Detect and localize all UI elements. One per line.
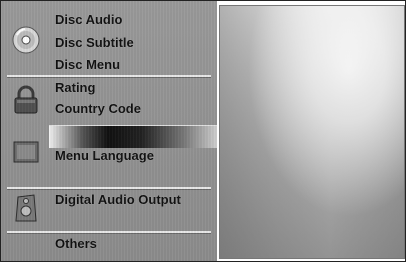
display-settings-group: Menu Language [1, 123, 217, 185]
menu-item-others[interactable]: Others [55, 233, 97, 255]
setup-screen: Disc Audio Disc Subtitle Disc Menu Ratin… [0, 0, 406, 262]
menu-item-rating[interactable]: Rating [55, 77, 95, 99]
preview-gradient [220, 6, 404, 258]
menu-item-digital-audio-output[interactable]: Digital Audio Output [55, 189, 181, 211]
display-icon [9, 137, 43, 167]
lock-icon [9, 85, 43, 115]
speaker-icon [9, 193, 43, 223]
setup-menu-panel: Disc Audio Disc Subtitle Disc Menu Ratin… [1, 1, 217, 261]
menu-item-disc-audio[interactable]: Disc Audio [55, 9, 122, 31]
menu-item-disc-subtitle[interactable]: Disc Subtitle [55, 32, 134, 54]
menu-item-country-code[interactable]: Country Code [55, 98, 141, 120]
disc-settings-group: Disc Audio Disc Subtitle Disc Menu [1, 1, 217, 75]
preview-panel [219, 5, 405, 259]
others-settings-group: Others [1, 233, 217, 261]
menu-item-disc-menu[interactable]: Disc Menu [55, 54, 120, 76]
lock-settings-group: Rating Country Code [1, 77, 217, 123]
menu-item-menu-language[interactable]: Menu Language [55, 145, 154, 167]
disc-icon [9, 25, 43, 55]
audio-settings-group: Digital Audio Output [1, 189, 217, 231]
